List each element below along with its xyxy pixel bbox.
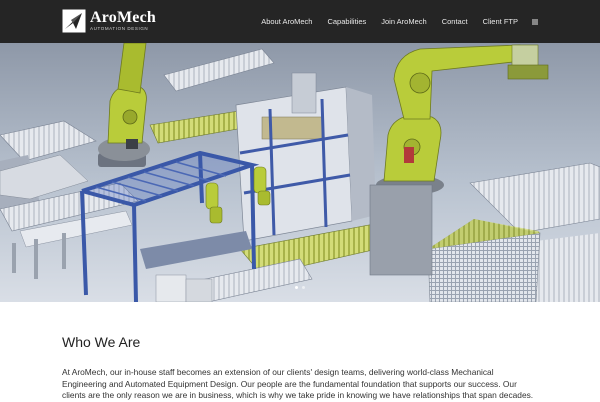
main-nav: About AroMech Capabilities Join AroMech …	[246, 0, 538, 43]
nav-join[interactable]: Join AroMech	[381, 17, 426, 26]
section-body: At AroMech, our in-house staff becomes a…	[62, 367, 534, 400]
brand-tagline: AUTOMATION DESIGN	[90, 26, 149, 32]
brand-logo[interactable]: AroMech AUTOMATION DESIGN	[62, 9, 156, 33]
logo-mark-icon	[62, 9, 86, 33]
hamburger-icon[interactable]	[532, 19, 538, 25]
nav-capabilities[interactable]: Capabilities	[327, 17, 366, 26]
nav-client-ftp[interactable]: Client FTP	[483, 17, 518, 26]
slider-dot-2[interactable]	[302, 286, 305, 289]
section-title: Who We Are	[62, 334, 141, 350]
nav-about[interactable]: About AroMech	[261, 17, 312, 26]
brand-name: AroMech	[90, 9, 156, 27]
site-header: AroMech AUTOMATION DESIGN About AroMech …	[0, 0, 600, 43]
hero-slider	[0, 43, 600, 302]
slider-dot-1[interactable]	[295, 286, 298, 289]
brand-text: AroMech AUTOMATION DESIGN	[90, 10, 156, 32]
automation-line-rendering	[0, 43, 600, 302]
nav-contact[interactable]: Contact	[442, 17, 468, 26]
slider-pagination	[0, 286, 600, 289]
